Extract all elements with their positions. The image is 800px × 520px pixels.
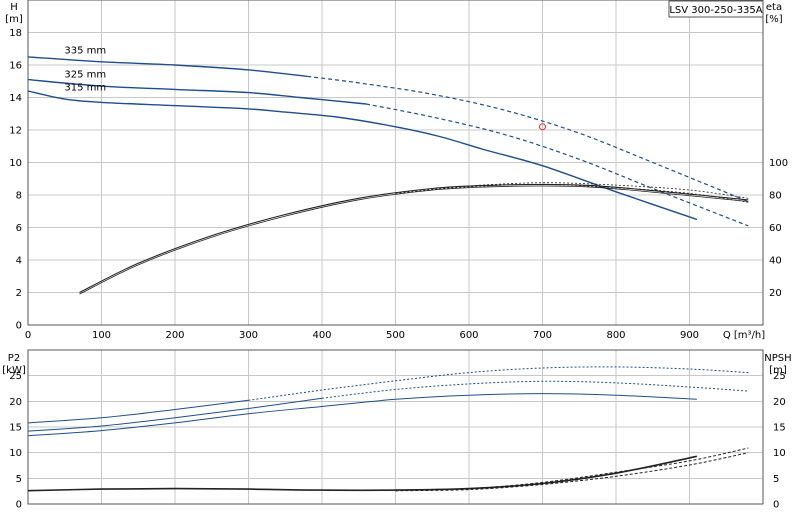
power-curve-extension-0 [248,366,749,401]
power-axis-label: P2 [8,353,20,364]
top-yrtick-label-0: 20 [769,288,782,299]
head-axis-label: H [10,2,18,13]
head-curve-2 [27,90,698,221]
top-yrtick-label-3: 80 [769,191,782,202]
top-ytick-label-3: 6 [16,223,22,234]
top-xtick-label-8: 800 [606,330,625,341]
npsh-axis-label: NPSH [764,353,791,364]
top-yrtick-label-4: 100 [769,158,788,169]
efficiency-axis-unit: [%] [765,14,782,25]
pump-performance-chart: 0 100 200 300 400 500 600 700 800 900024681012141… [2,0,792,511]
top-ytick-label-9: 18 [9,28,22,39]
impeller-diameter-label-1: 325 mm [64,70,106,81]
top-ytick-label-8: 16 [9,61,22,72]
flow-axis-label: Q [m³/h] [723,330,765,341]
bottom-yrtick-label-2: 10 [773,448,786,459]
bottom-ytick-label-3: 15 [9,423,22,434]
top-ytick-label-4: 8 [16,191,22,202]
power-npsh-panel: 05101520250510152025 [9,349,786,511]
npsh-curve-5 [395,452,749,492]
top-xtick-label-5: 500 [386,330,405,341]
top-xtick-label-6: 600 [459,330,478,341]
top-xtick-label-2: 200 [165,330,184,341]
top-yrtick-label-2: 60 [769,223,782,234]
top-xtick-label-7: 700 [533,330,552,341]
npsh-axis-unit: [m] [769,365,787,376]
top-ytick-label-0: 0 [16,321,22,332]
head-curve-extension-1 [365,103,749,227]
top-xtick-label-0: 0 [25,330,31,341]
top-xtick-label-4: 400 [312,330,331,341]
top-xtick-label-9: 900 [680,330,699,341]
power-axis-unit: [kW] [2,365,26,376]
npsh-curve-3 [27,455,698,492]
power-curve-0 [27,399,249,424]
bottom-ytick-label-4: 20 [9,397,22,408]
head-axis-unit: [m] [5,14,23,25]
head-efficiency-panel: 0 100 200 300 400 500 600 700 800 900 0 2 4 6 8 10 12 14 1… [9,0,788,341]
top-xtick-label-3: 300 [239,330,258,341]
impeller-diameter-label-2: 315 mm [64,83,106,94]
bottom-yrtick-label-3: 15 [773,423,786,434]
impeller-diameter-label-0: 335 mm [64,45,106,56]
bottom-ytick-label-2: 10 [9,448,22,459]
efficiency-axis-label: eta [766,2,782,13]
top-ytick-label-2: 4 [16,256,22,267]
bottom-ytick-label-1: 5 [16,474,22,485]
bottom-yrtick-label-4: 20 [773,397,786,408]
bottom-yrtick-label-0: 0 [773,500,779,511]
pump-model-label: LSV 300-250-335A [669,5,762,16]
top-ytick-label-5: 10 [9,158,22,169]
bottom-yrtick-label-1: 5 [773,474,779,485]
bottom-ytick-label-0: 0 [16,500,22,511]
top-ytick-label-1: 2 [16,288,22,299]
npsh-curve-4 [395,447,749,492]
top-ytick-label-6: 12 [9,126,22,137]
top-ytick-label-7: 14 [9,93,22,104]
efficiency-curve-3 [79,183,749,293]
power-curve-extension-1 [321,380,749,399]
top-xtick-label-1: 100 [92,330,111,341]
top-yrtick-label-1: 40 [769,256,782,267]
